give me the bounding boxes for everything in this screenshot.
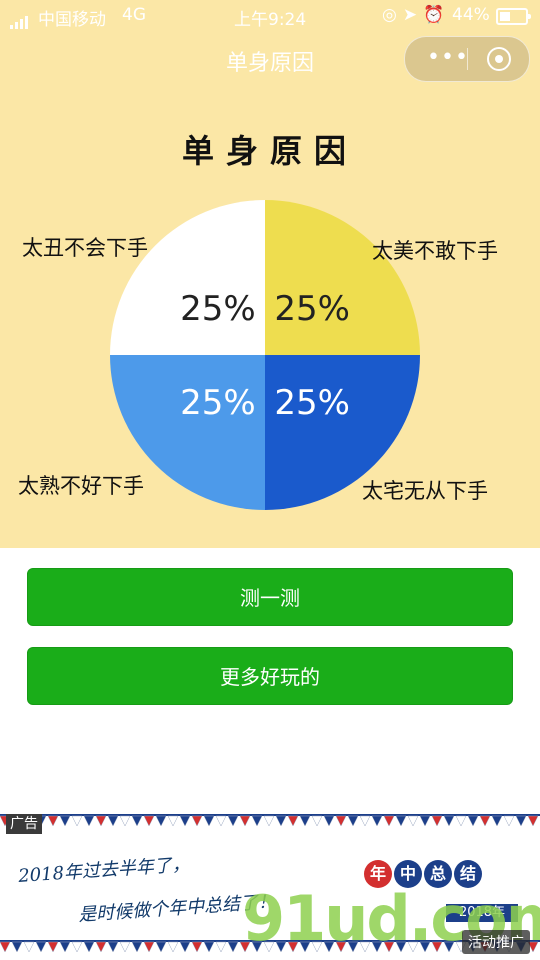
label-top-right: 太美不敢下手 xyxy=(372,239,498,263)
status-time: 上午9:24 xyxy=(234,10,307,30)
ad-tag: 广告 xyxy=(6,814,42,834)
battery-icon xyxy=(496,8,531,25)
ad-headline-1: 2018年过去半年了， xyxy=(17,854,191,887)
rotation-lock-icon: ◎ xyxy=(382,5,403,25)
more-dots-icon[interactable]: ••• xyxy=(427,45,469,70)
carrier-name: 中国移动 xyxy=(38,10,106,30)
label-top-left: 太丑不会下手 xyxy=(22,236,148,260)
pie-slice-label: 25% xyxy=(274,289,350,329)
ad-banner[interactable]: 广告 2018年过去半年了， 是时候做个年中总结了！ 年中总结 2018年 91… xyxy=(0,808,540,960)
signal-icon xyxy=(10,9,30,29)
bunting-top xyxy=(0,814,540,827)
result-panel: 单身原因 25% 25% 25% 25% 太丑不会下手 太美不敢下手 太熟不好下手 太… xyxy=(0,90,540,548)
alarm-icon: ⏰ xyxy=(423,5,451,25)
status-icons: ◎➤⏰ xyxy=(382,5,450,25)
pie-slice xyxy=(265,200,420,355)
capsule-divider xyxy=(467,48,468,70)
network-type: 4G xyxy=(122,5,146,25)
mini-program-capsule: ••• xyxy=(404,36,530,82)
location-icon: ➤ xyxy=(402,5,424,25)
battery-percent: 44% xyxy=(452,5,490,25)
label-bottom-right: 太宅无从下手 xyxy=(362,479,488,503)
nav-bar: 单身原因 ••• xyxy=(0,30,540,90)
label-bottom-left: 太熟不好下手 xyxy=(18,474,144,498)
test-button[interactable]: 测一测 xyxy=(27,568,513,626)
pie-slice xyxy=(110,200,265,355)
pie-slice-label: 25% xyxy=(180,383,256,423)
target-close-icon[interactable] xyxy=(487,47,511,71)
pie-slice-label: 25% xyxy=(274,383,350,423)
ad-promo-label[interactable]: 活动推广 xyxy=(462,930,530,954)
more-fun-button[interactable]: 更多好玩的 xyxy=(27,647,513,705)
pie-slice-label: 25% xyxy=(180,289,256,329)
status-bar: 中国移动 4G 上午9:24 ◎➤⏰ 44% xyxy=(0,0,540,30)
